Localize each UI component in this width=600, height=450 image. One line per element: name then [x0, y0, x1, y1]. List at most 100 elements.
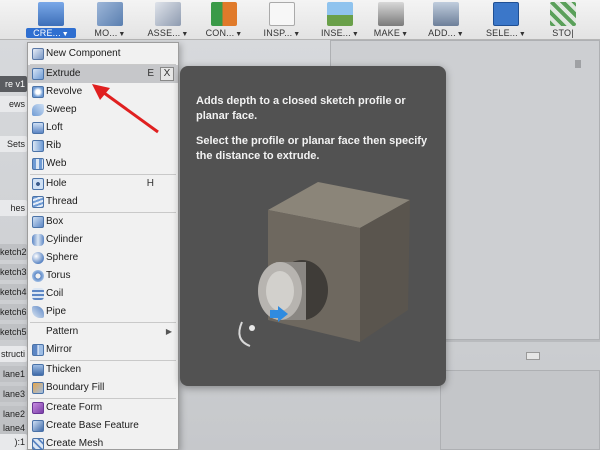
menu-item-label: New Component [46, 48, 121, 59]
menu-item-boundary-fill[interactable]: Boundary Fill [28, 379, 178, 397]
stop-sketch-button[interactable]: STO| [538, 0, 588, 40]
browser-item[interactable]: lane3 [0, 386, 27, 402]
viewcube-fragment [575, 60, 581, 68]
browser-item[interactable]: lane1 [0, 366, 27, 382]
make-menu-label: MAKE [373, 28, 401, 38]
stop-sketch-label: STO| [552, 28, 574, 38]
browser-item[interactable]: ketch5 [0, 324, 27, 340]
menu-item-web[interactable]: Web [28, 155, 178, 173]
toolbar: CRE...▼ MO...▼ ASSE...▼ CON...▼ INSP...▼… [0, 0, 600, 40]
browser-item[interactable]: ketch2 [0, 244, 27, 260]
construct-menu-label: CON... [205, 28, 235, 38]
assemble-menu-button[interactable]: ASSE...▼ [142, 0, 194, 40]
make-menu-button[interactable]: MAKE▼ [368, 0, 414, 40]
insert-image-icon [327, 2, 353, 26]
assemble-icon [155, 2, 181, 26]
menu-item-label: Sphere [46, 252, 79, 263]
menu-item-hole[interactable]: Hole H [28, 175, 178, 193]
inspect-menu-label: INSP... [263, 28, 293, 38]
sketch-glyph-icon [526, 352, 540, 360]
browser-panel: re v1 ews Sets hes ketch2 ketch3 ketch4 … [0, 40, 27, 450]
browser-item[interactable]: structi [0, 346, 27, 362]
create-form-icon [32, 402, 44, 414]
inspect-menu-button[interactable]: INSP...▼ [254, 0, 310, 40]
web-icon [32, 158, 44, 170]
menu-item-new-component[interactable]: New Component [28, 45, 178, 63]
submenu-arrow-icon: ▶ [165, 327, 172, 336]
addins-icon [433, 2, 459, 26]
close-icon[interactable]: X [160, 67, 174, 81]
menu-item-label: Box [46, 216, 64, 227]
browser-item[interactable]: hes [0, 200, 27, 216]
menu-item-label: Mirror [46, 344, 73, 355]
browser-item[interactable]: ews [0, 96, 27, 112]
menu-item-create-base-feature[interactable]: Create Base Feature [28, 417, 178, 435]
create-box-icon [38, 2, 64, 26]
thicken-icon [32, 364, 44, 376]
tooltip-instructions: Select the profile or planar face then s… [196, 135, 428, 162]
sweep-icon [32, 104, 44, 116]
menu-item-label: Rib [46, 140, 62, 151]
browser-item[interactable]: ketch4 [0, 284, 27, 300]
menu-item-label: Pipe [46, 306, 67, 317]
inspect-icon [269, 2, 295, 26]
extrude-illustration [238, 182, 410, 347]
menu-item-thread[interactable]: Thread [28, 193, 178, 211]
torus-icon [32, 270, 44, 282]
thread-icon [32, 196, 44, 208]
sphere-icon [32, 252, 44, 264]
menu-item-pattern[interactable]: Pattern ▶ [28, 323, 178, 341]
browser-item[interactable]: ketch6 [0, 304, 27, 320]
pipe-icon [32, 306, 44, 318]
tooltip-description: Adds depth to a closed sketch profile or… [196, 95, 406, 122]
new-component-icon [32, 48, 44, 60]
menu-item-box[interactable]: Box [28, 213, 178, 231]
create-base-feature-icon [32, 420, 44, 432]
menu-item-cylinder[interactable]: Cylinder [28, 231, 178, 249]
menu-item-label: Extrude [46, 68, 81, 79]
menu-item-label: Torus [46, 270, 71, 281]
boundary-fill-icon [32, 382, 44, 394]
callout-arrow [92, 84, 159, 134]
menu-item-label: Revolve [46, 86, 83, 97]
modify-menu-button[interactable]: MO...▼ [84, 0, 136, 40]
menu-item-label: Create Base Feature [46, 420, 139, 431]
coil-icon [32, 288, 44, 300]
modify-icon [97, 2, 123, 26]
model-face[interactable] [440, 370, 600, 450]
browser-item[interactable]: ketch3 [0, 264, 27, 280]
menu-item-torus[interactable]: Torus [28, 267, 178, 285]
create-mesh-icon [32, 438, 44, 450]
menu-item-coil[interactable]: Coil [28, 285, 178, 303]
insert-menu-label: INSE... [320, 28, 351, 38]
shortcut-label: H [146, 178, 154, 189]
menu-item-create-mesh[interactable]: Create Mesh [28, 435, 178, 450]
menu-item-label: Boundary Fill [46, 382, 105, 393]
menu-item-thicken[interactable]: Thicken [28, 361, 178, 379]
menu-item-label: Loft [46, 122, 63, 133]
addins-menu-button[interactable]: ADD...▼ [420, 0, 472, 40]
select-menu-button[interactable]: SELE...▼ [480, 0, 532, 40]
create-menu-label: CRE... [33, 28, 61, 38]
revolve-icon [32, 86, 44, 98]
menu-item-mirror[interactable]: Mirror [28, 341, 178, 359]
construct-menu-button[interactable]: CON...▼ [198, 0, 250, 40]
browser-item[interactable]: ):1 [0, 434, 27, 450]
construct-icon [211, 2, 237, 26]
browser-item[interactable]: re v1 [0, 76, 27, 92]
menu-item-pipe[interactable]: Pipe [28, 303, 178, 321]
menu-item-label: Create Form [46, 402, 103, 413]
mirror-icon [32, 344, 44, 356]
rib-icon [32, 140, 44, 152]
menu-item-label: Coil [46, 288, 64, 299]
assemble-menu-label: ASSE... [147, 28, 181, 38]
browser-item[interactable]: Sets [0, 136, 27, 152]
extrude-icon [32, 68, 44, 80]
menu-item-label: Web [46, 158, 67, 169]
menu-item-label: Pattern [46, 326, 79, 337]
menu-item-create-form[interactable]: Create Form [28, 399, 178, 417]
create-menu-button[interactable]: CRE...▼ [26, 0, 76, 40]
insert-menu-button[interactable]: INSE...▼ [312, 0, 368, 40]
addins-menu-label: ADD... [428, 28, 456, 38]
menu-item-sphere[interactable]: Sphere [28, 249, 178, 267]
